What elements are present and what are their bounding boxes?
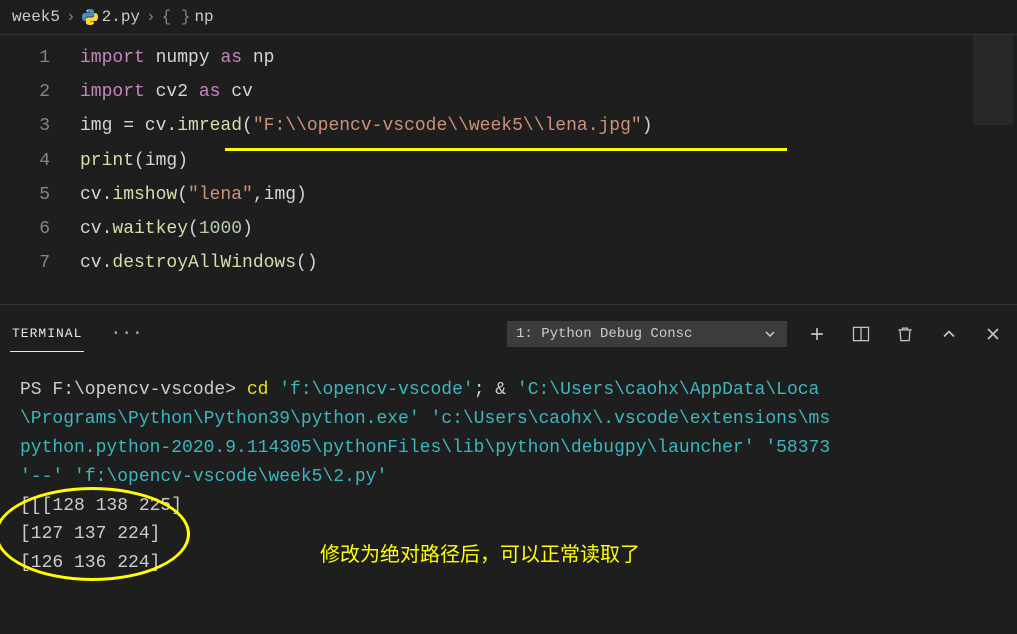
terminal-path: python.python-2020.9.114305\pythonFiles\…: [20, 438, 755, 458]
line-number: 2: [0, 75, 80, 109]
code-content[interactable]: print(img): [80, 144, 188, 178]
code-line[interactable]: 2import cv2 as cv: [0, 75, 1017, 109]
tab-terminal[interactable]: TERMINAL: [10, 316, 84, 352]
terminal-path: 'c:\Users\caohx\.vscode\extensions\ms: [420, 409, 830, 429]
code-content[interactable]: cv.destroyAllWindows(): [80, 246, 318, 280]
new-terminal-button[interactable]: [803, 320, 831, 348]
terminal-path: 'f:\opencv-vscode\week5\2.py': [63, 467, 387, 487]
terminal-path: \Programs\Python\Python39\python.exe': [20, 409, 420, 429]
breadcrumb[interactable]: week5 › 2.py › { } np: [0, 0, 1017, 35]
code-line[interactable]: 6cv.waitkey(1000): [0, 212, 1017, 246]
terminal-cmd: cd: [247, 380, 279, 400]
code-content[interactable]: cv.waitkey(1000): [80, 212, 253, 246]
code-content[interactable]: import cv2 as cv: [80, 75, 253, 109]
code-content[interactable]: cv.imshow("lena",img): [80, 178, 307, 212]
chevron-right-icon: ›: [146, 8, 156, 26]
terminal-output[interactable]: PS F:\opencv-vscode> cd 'f:\opencv-vscod…: [0, 356, 1017, 598]
line-number: 6: [0, 212, 80, 246]
minimap[interactable]: [973, 35, 1013, 125]
close-panel-button[interactable]: [979, 320, 1007, 348]
dropdown-label: 1: Python Debug Consc: [516, 326, 692, 342]
highlight-ellipse: [0, 487, 190, 581]
maximize-panel-button[interactable]: [935, 320, 963, 348]
highlight-underline: [225, 148, 787, 151]
code-line[interactable]: 5cv.imshow("lena",img): [0, 178, 1017, 212]
code-line[interactable]: 1import numpy as np: [0, 41, 1017, 75]
terminal-path: 'C:\Users\caohx\AppData\Loca: [517, 380, 819, 400]
code-content[interactable]: img = cv.imread("F:\\opencv-vscode\\week…: [80, 109, 653, 143]
terminal-path: '--': [20, 467, 63, 487]
overflow-menu-icon[interactable]: ···: [104, 324, 148, 344]
terminal-text: ; &: [474, 380, 517, 400]
close-icon: [983, 324, 1003, 344]
trash-icon: [895, 324, 915, 344]
code-line[interactable]: 7cv.destroyAllWindows(): [0, 246, 1017, 280]
chevron-right-icon: ›: [66, 8, 76, 26]
line-number: 1: [0, 41, 80, 75]
plus-icon: [807, 324, 827, 344]
annotation-text: 修改为绝对路径后，可以正常读取了: [320, 539, 640, 571]
terminal-panel-header: TERMINAL ··· 1: Python Debug Consc: [0, 304, 1017, 356]
terminal-path: '58373: [755, 438, 831, 458]
terminal-selector-dropdown[interactable]: 1: Python Debug Consc: [507, 321, 787, 347]
symbol-namespace-icon: { }: [162, 8, 191, 26]
code-content[interactable]: import numpy as np: [80, 41, 274, 75]
line-number: 5: [0, 178, 80, 212]
line-number: 7: [0, 246, 80, 280]
split-icon: [851, 324, 871, 344]
chevron-down-icon: [762, 326, 778, 342]
line-number: 3: [0, 109, 80, 143]
chevron-up-icon: [939, 324, 959, 344]
code-line[interactable]: 3img = cv.imread("F:\\opencv-vscode\\wee…: [0, 109, 1017, 143]
code-editor[interactable]: 1import numpy as np2import cv2 as cv3img…: [0, 35, 1017, 304]
python-icon: [82, 9, 98, 25]
terminal-prompt: PS F:\opencv-vscode>: [20, 380, 247, 400]
split-terminal-button[interactable]: [847, 320, 875, 348]
kill-terminal-button[interactable]: [891, 320, 919, 348]
breadcrumb-part3[interactable]: np: [194, 8, 213, 26]
terminal-path: 'f:\opencv-vscode': [279, 380, 473, 400]
breadcrumb-part2[interactable]: 2.py: [102, 8, 140, 26]
line-number: 4: [0, 144, 80, 178]
breadcrumb-part1[interactable]: week5: [12, 8, 60, 26]
